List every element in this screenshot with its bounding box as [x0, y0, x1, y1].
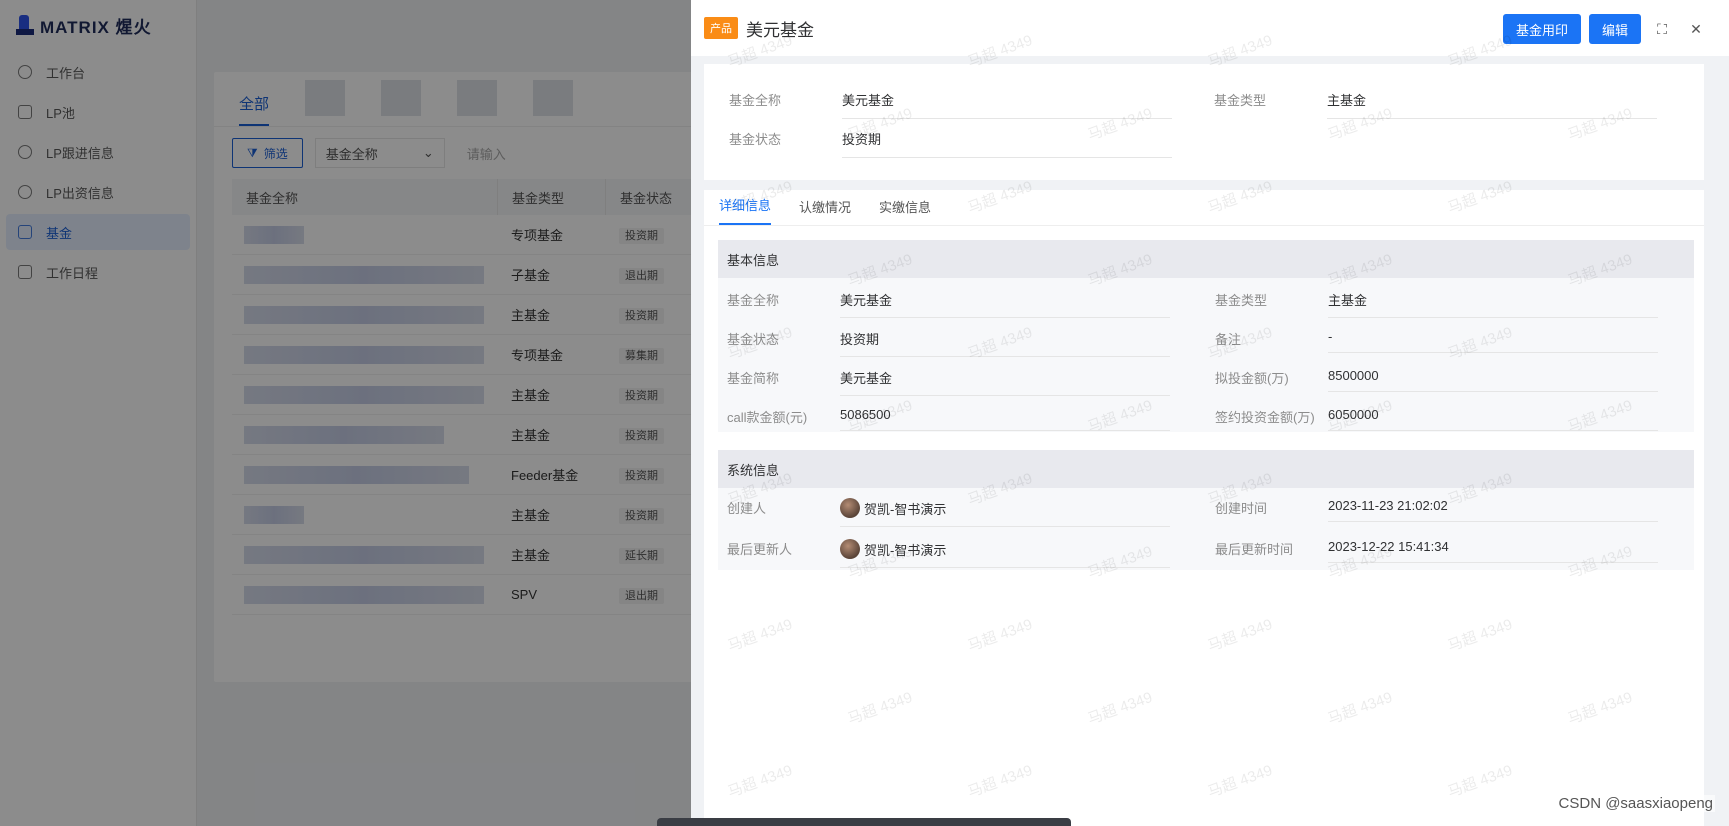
field-label: 创建时间 — [1215, 501, 1268, 516]
field-label: 基金类型 — [1214, 93, 1267, 108]
field-label: 拟投金额(万) — [1215, 371, 1289, 386]
field-label: 基金类型 — [1215, 293, 1268, 308]
detail-card: 详细信息 认缴情况 实缴信息 基本信息 基金全称 美元基金 基金类型 主基金 基… — [704, 190, 1704, 826]
field-value: - — [1328, 329, 1658, 353]
fund-detail-drawer: 产品 美元基金 基金用印 编辑 ⛶ ✕ 基金全称 美元基金 基金类型 主基金 基… — [691, 0, 1729, 826]
field-label: call款金额(元) — [727, 410, 808, 425]
tab-paid-in[interactable]: 实缴信息 — [879, 197, 931, 225]
field-label: 最后更新时间 — [1215, 542, 1294, 557]
basic-info-section: 基本信息 基金全称 美元基金 基金类型 主基金 基金状态 投资期 备注 - 基金… — [718, 240, 1694, 432]
bottom-scrollbar[interactable] — [657, 818, 1071, 826]
field-label: 基金状态 — [727, 332, 780, 347]
updater-name: 贺凯-智书演示 — [864, 542, 947, 558]
field-value: 8500000 — [1328, 368, 1658, 392]
fund-seal-button[interactable]: 基金用印 — [1502, 14, 1581, 44]
field-value: 2023-12-22 15:41:34 — [1328, 539, 1658, 563]
header-actions: 基金用印 编辑 ⛶ ✕ — [1502, 14, 1709, 44]
field-label: 基金全称 — [727, 293, 780, 308]
system-info-section: 系统信息 创建人 贺凯-智书演示 创建时间 2023-11-23 21:02:0… — [718, 450, 1694, 570]
section-title: 基本信息 — [718, 240, 1694, 278]
edit-button[interactable]: 编辑 — [1588, 14, 1641, 44]
summary-card: 基金全称 美元基金 基金类型 主基金 基金状态 投资期 — [704, 64, 1704, 180]
field-value: 6050000 — [1328, 407, 1658, 431]
field-value: 主基金 — [1328, 290, 1658, 318]
field-label: 备注 — [1215, 332, 1242, 347]
tab-subscription[interactable]: 认缴情况 — [799, 197, 851, 225]
field-label: 基金简称 — [727, 371, 780, 386]
field-value: 美元基金 — [840, 290, 1170, 318]
drawer-title: 美元基金 — [746, 20, 814, 40]
field-value: 美元基金 — [840, 368, 1170, 396]
tab-details[interactable]: 详细信息 — [719, 195, 772, 225]
detail-tabs: 详细信息 认缴情况 实缴信息 — [704, 190, 1704, 226]
field-value: 2023-11-23 21:02:02 — [1328, 498, 1658, 522]
summary-field: 基金状态 投资期 — [729, 129, 1172, 158]
fullscreen-icon[interactable]: ⛶ — [1649, 16, 1675, 42]
section-title: 系统信息 — [718, 450, 1694, 488]
field-value: 贺凯-智书演示 — [840, 539, 1170, 568]
field-value: 主基金 — [1327, 90, 1657, 119]
source-credit: CSDN @saasxiaopeng — [1556, 795, 1715, 812]
drawer-header: 产品 美元基金 基金用印 编辑 ⛶ ✕ — [691, 0, 1729, 56]
field-value: 贺凯-智书演示 — [840, 498, 1170, 527]
summary-field: 基金全称 美元基金 — [729, 90, 1172, 119]
product-badge: 产品 — [704, 17, 738, 39]
field-label: 签约投资金额(万) — [1215, 410, 1315, 425]
avatar — [840, 539, 860, 559]
avatar — [840, 498, 860, 518]
field-label: 最后更新人 — [727, 542, 793, 557]
field-value: 5086500 — [840, 407, 1170, 431]
creator-name: 贺凯-智书演示 — [864, 501, 947, 517]
field-value: 投资期 — [842, 129, 1172, 158]
close-icon[interactable]: ✕ — [1683, 16, 1709, 42]
field-label: 基金状态 — [729, 132, 782, 147]
modal-overlay[interactable] — [0, 0, 691, 826]
field-label: 基金全称 — [729, 93, 782, 108]
field-value: 投资期 — [840, 329, 1170, 357]
summary-field: 基金类型 主基金 — [1214, 90, 1657, 119]
field-label: 创建人 — [727, 501, 767, 516]
field-value: 美元基金 — [842, 90, 1172, 119]
